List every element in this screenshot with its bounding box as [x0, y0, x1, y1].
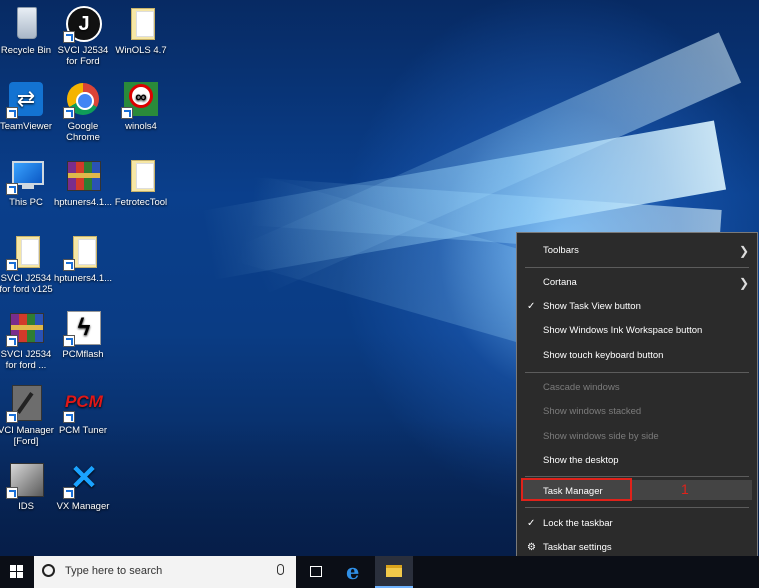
menu-item-cortana[interactable]: Cortana ❯ — [517, 273, 757, 293]
menu-item-cascade-windows: Cascade windows — [543, 382, 620, 393]
vci-manager-icon — [6, 385, 44, 423]
checkmark-icon: ✓ — [527, 301, 536, 312]
taskbar-context-menu: Toolbars ❯ Cortana ❯ ✓ Show Task View bu… — [516, 232, 758, 566]
pcmflash-icon: ϟ — [63, 309, 101, 347]
this-pc-icon — [6, 157, 44, 195]
desktop-icon-teamviewer[interactable]: ⇄ TeamViewer — [0, 81, 58, 132]
desktop-icon-this-pc[interactable]: This PC — [0, 157, 58, 208]
desktop-icon-ids[interactable]: IDS — [0, 461, 58, 512]
desktop-icon-recycle-bin[interactable]: Recycle Bin — [0, 5, 58, 56]
checkmark-icon: ✓ — [527, 518, 536, 529]
desktop-icon-pcm-tuner[interactable]: PCM PCM Tuner — [51, 385, 115, 436]
pcm-tuner-icon: PCM — [63, 385, 103, 423]
folder-icon — [123, 5, 159, 41]
desktop-icon-chrome[interactable]: Google Chrome — [51, 81, 115, 143]
microphone-icon[interactable] — [277, 564, 284, 575]
desktop-icon-hptuners-folder[interactable]: hptuners4.1... — [51, 233, 115, 284]
desktop-icon-hptuners-rar[interactable]: hptuners4.1... — [51, 157, 115, 208]
desktop-icon-vci-manager[interactable]: VCI Manager [Ford] — [0, 385, 58, 447]
taskbar[interactable]: Type here to search e — [0, 556, 759, 588]
task-view-button[interactable] — [298, 556, 336, 588]
menu-item-toolbars[interactable]: Toolbars ❯ — [517, 241, 757, 261]
annotation-step-number: 1 — [681, 481, 689, 497]
menu-item-show-desktop[interactable]: Show the desktop — [517, 451, 757, 471]
task-view-icon — [310, 566, 322, 577]
edge-icon: e — [346, 559, 360, 584]
svci-j-icon: J — [63, 5, 102, 43]
menu-separator — [525, 372, 749, 373]
menu-item-show-windows-side-by-side: Show windows side by side — [543, 431, 659, 442]
winols-icon — [121, 81, 159, 119]
search-box[interactable]: Type here to search — [34, 556, 296, 588]
file-explorer-button[interactable] — [375, 556, 413, 588]
folder-icon — [386, 565, 402, 577]
winrar-icon — [65, 157, 101, 193]
menu-item-show-ink-workspace[interactable]: Show Windows Ink Workspace button — [517, 321, 757, 341]
menu-separator — [525, 267, 749, 268]
desktop-icon-svci-v125[interactable]: SVCI J2534 for ford v125 — [0, 233, 58, 295]
menu-item-show-windows-stacked: Show windows stacked — [543, 406, 642, 417]
desktop-icon-svci-rar[interactable]: SVCI J2534 for ford ... — [0, 309, 58, 371]
desktop-icon-fetrotec[interactable]: FetrotecTool — [109, 157, 173, 208]
search-placeholder: Type here to search — [65, 565, 163, 577]
ids-icon — [6, 461, 44, 499]
desktop-icon-winols-47[interactable]: WinOLS 4.7 — [109, 5, 173, 56]
menu-item-show-touch-keyboard[interactable]: Show touch keyboard button — [517, 346, 757, 366]
chrome-icon — [63, 81, 101, 119]
annotation-highlight-box — [521, 478, 632, 501]
desktop-icon-winols4[interactable]: winols4 — [109, 81, 173, 132]
menu-separator — [525, 476, 749, 477]
gear-icon: ⚙ — [527, 542, 536, 553]
chevron-right-icon: ❯ — [738, 276, 749, 290]
menu-separator — [525, 507, 749, 508]
desktop-icon-vx-manager[interactable]: ✕ VX Manager — [51, 461, 115, 512]
menu-item-lock-taskbar[interactable]: ✓ Lock the taskbar — [517, 514, 757, 534]
edge-button[interactable]: e — [336, 556, 374, 588]
folder-icon — [123, 157, 159, 193]
winrar-icon — [6, 309, 44, 347]
folder-icon — [6, 233, 44, 271]
menu-item-taskbar-settings[interactable]: ⚙ Taskbar settings — [517, 538, 757, 558]
cortana-circle-icon — [42, 564, 55, 577]
chevron-right-icon: ❯ — [738, 244, 749, 258]
windows-logo-icon — [10, 565, 24, 579]
menu-item-show-task-view[interactable]: ✓ Show Task View button — [517, 297, 757, 317]
start-button[interactable] — [0, 556, 34, 588]
folder-icon — [63, 233, 101, 271]
vx-manager-icon: ✕ — [63, 461, 101, 499]
desktop-icon-svci-j2534[interactable]: J SVCI J2534 for Ford — [51, 5, 115, 67]
desktop-icon-pcmflash[interactable]: ϟ PCMflash — [51, 309, 115, 360]
recycle-bin-icon — [8, 5, 44, 41]
teamviewer-icon: ⇄ — [6, 81, 44, 119]
